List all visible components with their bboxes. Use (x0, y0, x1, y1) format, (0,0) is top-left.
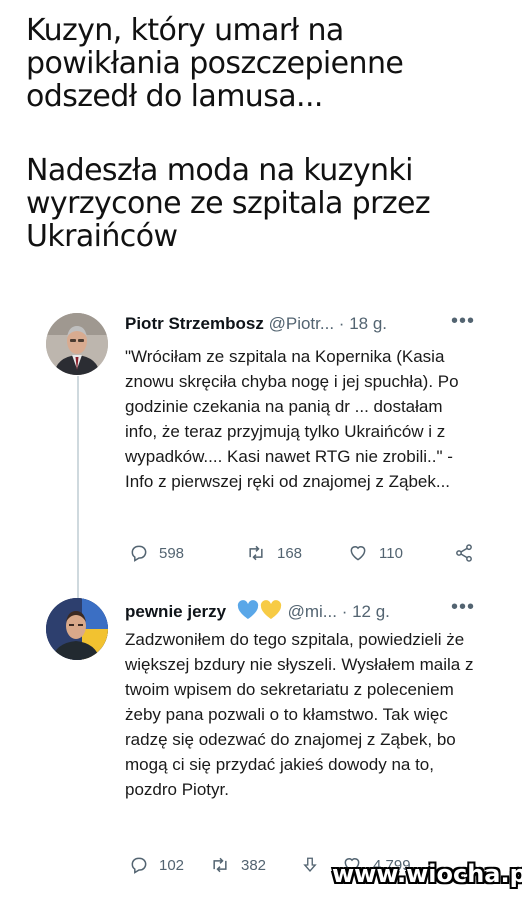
tweet-header: pewnie jerzy @mi... · 12 g. ••• (125, 596, 495, 625)
name-emoji (237, 600, 283, 625)
reply-icon (131, 545, 147, 562)
reply-icon (131, 857, 147, 874)
site-watermark: www.wiocha.pl (332, 860, 522, 888)
author-name[interactable]: Piotr Strzembosz (125, 314, 264, 333)
retweet-count: 168 (277, 544, 303, 562)
tweet-actions: 598 168 110 (125, 543, 485, 569)
like-button[interactable]: 110 (347, 543, 403, 563)
author-name[interactable]: pewnie jerzy (125, 602, 226, 621)
reply-count: 598 (159, 544, 185, 562)
tweet-body: "Wróciłam ze szpitala na Kopernika (Kasi… (125, 347, 459, 491)
retweet-icon (213, 857, 227, 873)
profile-photo-icon (46, 598, 108, 660)
more-options-icon[interactable]: ••• (451, 596, 475, 619)
blue-yellow-hearts-icon (237, 600, 281, 619)
author-handle[interactable]: @Piotr... (269, 314, 334, 333)
downvote-button[interactable] (301, 855, 319, 875)
share-button[interactable] (453, 543, 475, 563)
separator-dot: · (341, 602, 348, 621)
reply-button[interactable]: 598 (129, 543, 184, 563)
share-icon (456, 544, 472, 562)
thread-connector-line (77, 376, 79, 598)
author-handle[interactable]: @mi... (288, 602, 337, 621)
tweet-body: Zadzwoniłem do tego szpitala, powiedziel… (125, 630, 474, 799)
tweet-age[interactable]: 12 g. (352, 602, 390, 621)
avatar[interactable] (46, 598, 108, 660)
reply-button[interactable]: 102 (129, 855, 184, 875)
retweet-button[interactable]: 382 (209, 855, 266, 875)
reply-count: 102 (159, 856, 185, 874)
meme-caption-bottom: Nadeszła moda na kuzynki wyrzycone ze sz… (26, 153, 431, 254)
retweet-count: 382 (241, 856, 267, 874)
tweet-age[interactable]: 18 g. (349, 314, 387, 333)
retweet-button[interactable]: 168 (245, 543, 302, 563)
tweet-header: Piotr Strzembosz @Piotr... · 18 g. ••• (125, 310, 495, 338)
retweet-icon (249, 545, 263, 561)
downvote-icon (303, 857, 317, 873)
separator-dot: · (338, 314, 345, 333)
like-icon (350, 546, 366, 561)
like-count: 110 (379, 544, 403, 562)
more-options-icon[interactable]: ••• (451, 310, 475, 333)
profile-photo-icon (46, 313, 108, 375)
avatar[interactable] (46, 313, 108, 375)
meme-caption-top: Kuzyn, który umarł na powikłania poszcze… (26, 13, 404, 114)
